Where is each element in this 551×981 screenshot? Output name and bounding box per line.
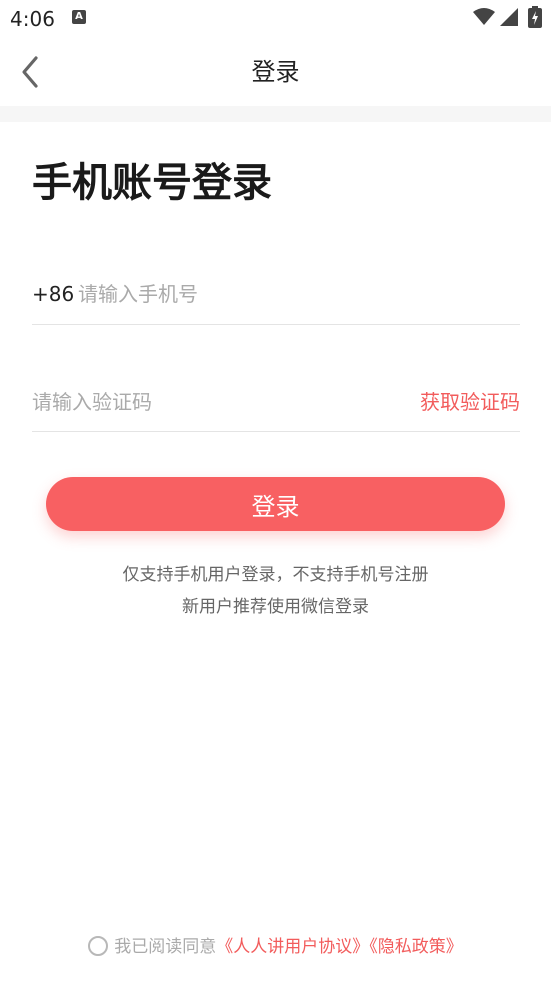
login-button[interactable]: 登录	[46, 477, 505, 531]
page-title: 登录	[251, 58, 300, 86]
notice-phone-only: 仅支持手机用户登录，不支持手机号注册	[122, 565, 429, 585]
privacy-policy-link[interactable]: 《隐私政策》	[369, 937, 463, 957]
notice-wechat-recommend: 新用户推荐使用微信登录	[182, 597, 369, 617]
verification-code-input[interactable]	[32, 384, 362, 420]
header-divider	[0, 106, 551, 122]
battery-charging-icon	[528, 6, 542, 28]
country-code[interactable]: +86	[32, 280, 74, 308]
cell-signal-icon	[500, 8, 518, 26]
status-bar: 4:06 A	[0, 0, 551, 38]
user-agreement-link[interactable]: 《人人讲用户协议》	[216, 937, 369, 957]
get-code-button[interactable]: 获取验证码	[420, 388, 520, 416]
agree-radio-button[interactable]	[88, 936, 109, 956]
status-time: 4:06	[10, 7, 55, 31]
agreement-prefix: 我已阅读同意	[114, 937, 217, 957]
phone-field: +86	[32, 270, 520, 325]
login-heading: 手机账号登录	[32, 160, 272, 206]
phone-input[interactable]	[78, 276, 498, 312]
notification-app-icon: A	[72, 10, 86, 24]
wifi-icon	[473, 8, 495, 25]
login-screen: 4:06 A 登录 手机账号登录 +86 获取验证码 登录 仅支持手机用户登录，	[0, 0, 551, 981]
header: 登录	[0, 38, 551, 106]
agreement-row: 我已阅读同意《人人讲用户协议》《隐私政策》	[0, 933, 551, 961]
verification-code-field: 获取验证码	[32, 378, 520, 432]
